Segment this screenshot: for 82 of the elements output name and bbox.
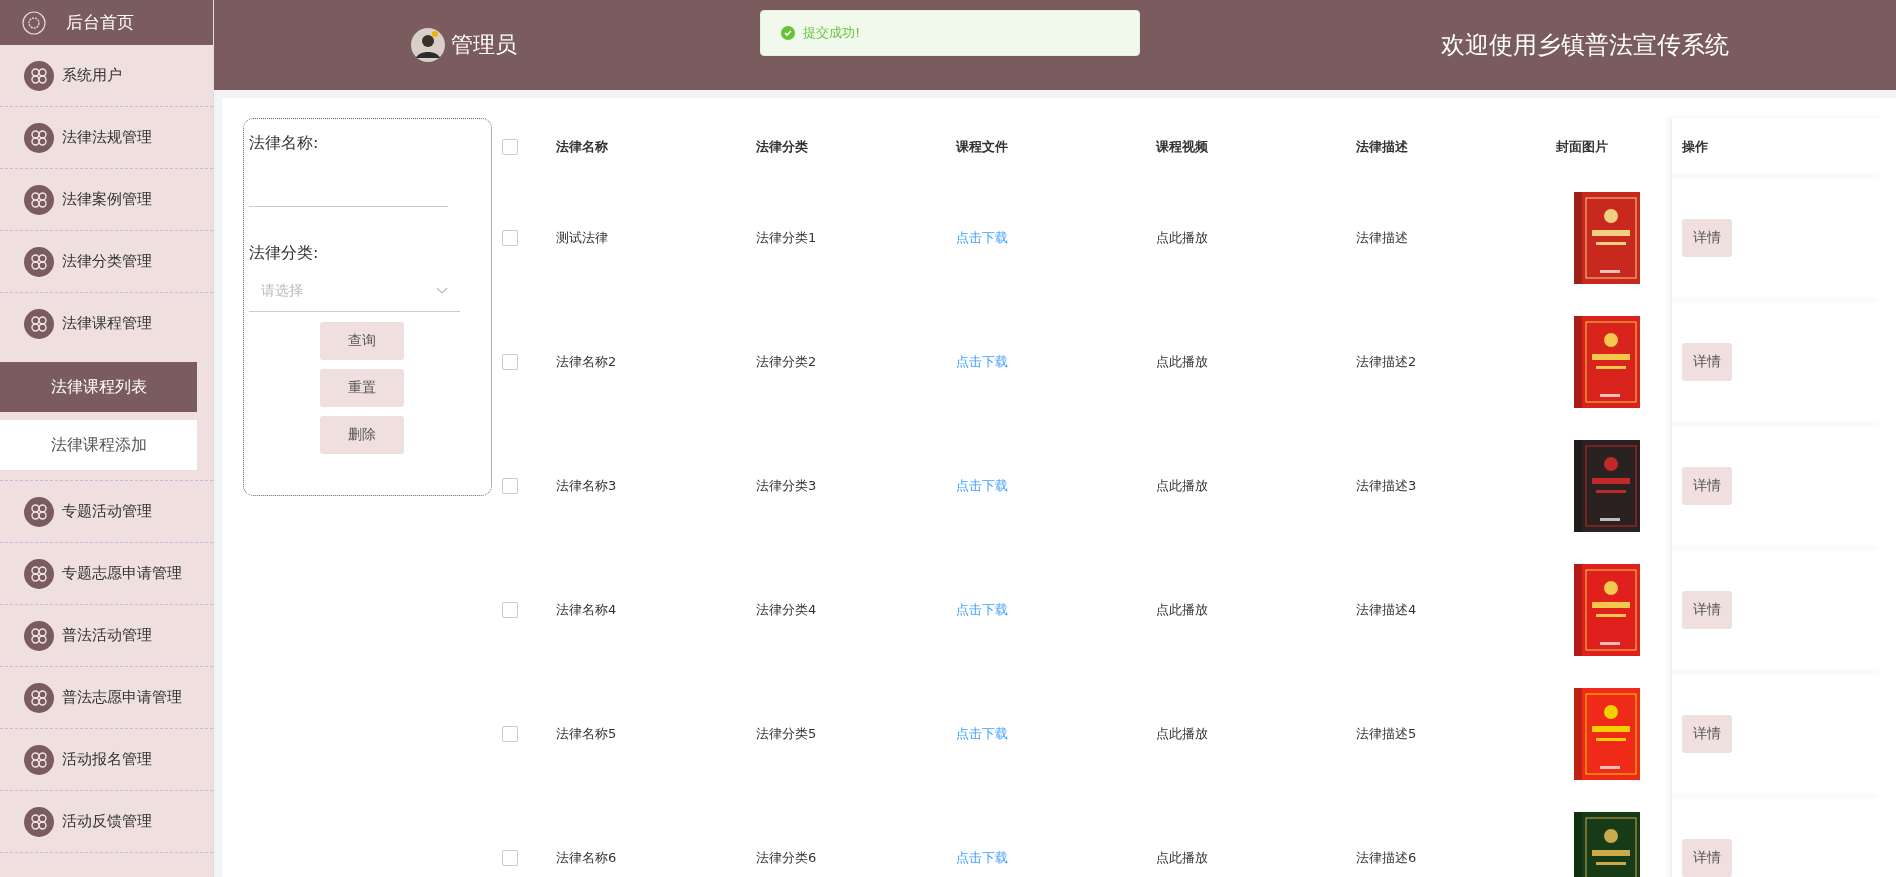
submenu-item[interactable]: 法律课程添加	[0, 420, 197, 470]
user-name: 管理员	[451, 31, 517, 59]
menu-item[interactable]: 法律课程管理	[0, 293, 213, 354]
details-button[interactable]: 详情	[1682, 839, 1732, 877]
app-title: 欢迎使用乡镇普法宣传系统	[1441, 30, 1729, 61]
clover-icon	[24, 558, 54, 589]
check-icon	[781, 26, 795, 40]
table-cell: 法律分类3	[756, 478, 817, 493]
table-cell: 测试法律	[556, 230, 608, 245]
field-label: 法律分类:	[249, 243, 320, 264]
settings-icon	[22, 10, 46, 35]
table-cell: 法律描述3	[1356, 478, 1417, 493]
details-button[interactable]: 详情	[1682, 219, 1732, 257]
table-cell: 法律名称4	[556, 602, 617, 617]
menu-item[interactable]: 活动反馈管理	[0, 791, 213, 853]
avatar-icon	[411, 28, 445, 62]
table-cell: 法律分类5	[756, 726, 817, 741]
menu-item[interactable]: 普法活动管理	[0, 605, 213, 667]
table-cell: 法律描述5	[1356, 726, 1417, 741]
details-button[interactable]: 详情	[1682, 715, 1732, 753]
table-cell: 法律描述	[1356, 230, 1408, 245]
clover-icon	[24, 682, 54, 713]
clover-icon	[24, 744, 54, 775]
column-header: 操作	[1682, 139, 1708, 154]
table-cell: 法律描述6	[1356, 850, 1417, 865]
table-cell: 法律描述4	[1356, 602, 1417, 617]
row-checkbox[interactable]	[502, 602, 518, 618]
table-cell: 法律名称5	[556, 726, 617, 741]
menu-item[interactable]: 普法志愿申请管理	[0, 667, 213, 729]
form-button[interactable]: 重置	[320, 369, 404, 407]
table-cell: 法律名称2	[556, 354, 617, 369]
field-label: 法律名称:	[249, 133, 320, 154]
menu-item[interactable]: 专题志愿申请管理	[0, 543, 213, 605]
form-button[interactable]: 删除	[320, 416, 404, 454]
row-checkbox[interactable]	[502, 478, 518, 494]
table-cell: 点此播放	[1156, 230, 1208, 245]
menu-item[interactable]: 法律法规管理	[0, 107, 213, 169]
clover-icon	[24, 806, 54, 837]
home-menu-item[interactable]: 后台首页	[0, 0, 213, 45]
row-checkbox[interactable]	[502, 726, 518, 742]
table-cell: 法律分类2	[756, 354, 817, 369]
table-cell: 点此播放	[1156, 726, 1208, 741]
table-cell: 点此播放	[1156, 850, 1208, 865]
details-button[interactable]: 详情	[1682, 343, 1732, 381]
details-button[interactable]: 详情	[1682, 467, 1732, 505]
row-checkbox[interactable]	[502, 230, 518, 246]
toast-message: 提交成功!	[803, 24, 861, 42]
column-header: 法律名称	[556, 139, 608, 154]
table-cell: 法律分类4	[756, 602, 817, 617]
table-cell: 法律分类6	[756, 850, 817, 865]
menu-item[interactable]: 法律案例管理	[0, 169, 213, 231]
column-header: 封面图片	[1556, 139, 1608, 154]
column-header: 法律分类	[756, 139, 808, 154]
table-cell: 点此播放	[1156, 354, 1208, 369]
clover-icon	[24, 60, 54, 91]
column-header: 法律描述	[1356, 139, 1408, 154]
table-cell: 点此播放	[1156, 478, 1208, 493]
submenu-item[interactable]: 法律课程列表	[0, 362, 197, 412]
select-all-checkbox[interactable]	[502, 139, 518, 155]
column-header: 课程文件	[956, 139, 1008, 154]
clover-icon	[24, 122, 54, 153]
row-checkbox[interactable]	[502, 354, 518, 370]
form-button[interactable]: 查询	[320, 322, 404, 360]
clover-icon	[24, 620, 54, 651]
table-cell: 点此播放	[1156, 602, 1208, 617]
menu-item[interactable]: 法律分类管理	[0, 231, 213, 293]
clover-icon	[24, 496, 54, 527]
clover-icon	[24, 184, 54, 215]
row-checkbox[interactable]	[502, 850, 518, 866]
clover-icon	[24, 246, 54, 277]
clover-icon	[24, 308, 54, 339]
column-header: 课程视频	[1156, 139, 1208, 154]
menu-item[interactable]: 活动报名管理	[0, 729, 213, 791]
table-cell: 法律名称6	[556, 850, 617, 865]
menu-item[interactable]: 系统用户	[0, 45, 213, 107]
home-label: 后台首页	[66, 11, 134, 34]
table-cell: 法律名称3	[556, 478, 617, 493]
table-cell: 法律描述2	[1356, 354, 1417, 369]
menu-item[interactable]: 专题活动管理	[0, 481, 213, 543]
chevron-down-icon	[436, 286, 448, 295]
details-button[interactable]: 详情	[1682, 591, 1732, 629]
table-cell: 法律分类1	[756, 230, 817, 245]
